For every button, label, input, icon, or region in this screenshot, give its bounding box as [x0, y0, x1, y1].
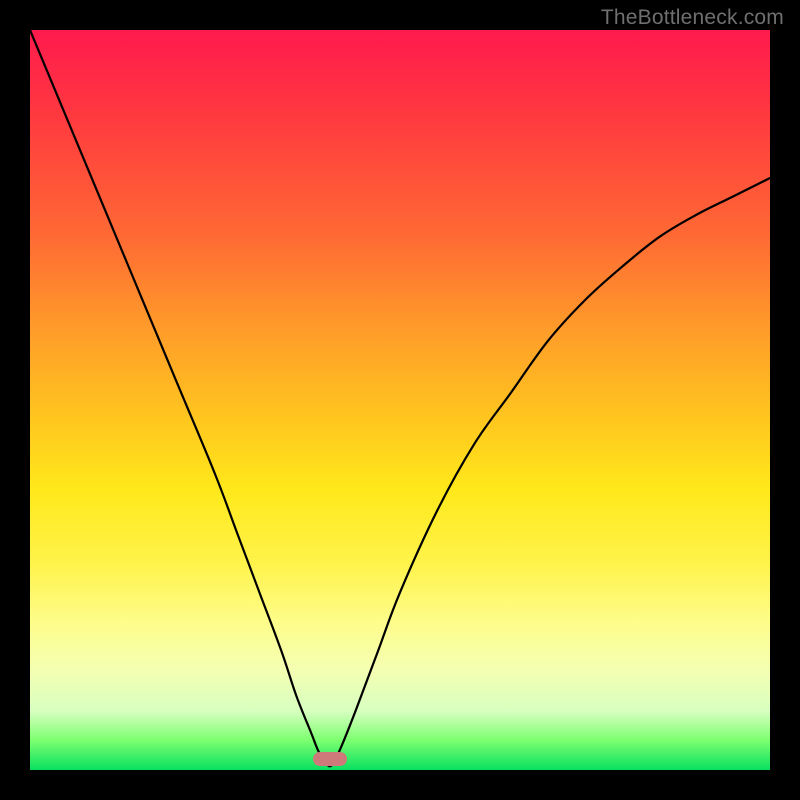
watermark-text: TheBottleneck.com	[601, 6, 784, 30]
plot-area	[30, 30, 770, 770]
curve-svg	[30, 30, 770, 770]
bottleneck-curve	[30, 30, 770, 766]
chart-stage: TheBottleneck.com	[0, 0, 800, 800]
optimum-marker	[313, 752, 347, 766]
